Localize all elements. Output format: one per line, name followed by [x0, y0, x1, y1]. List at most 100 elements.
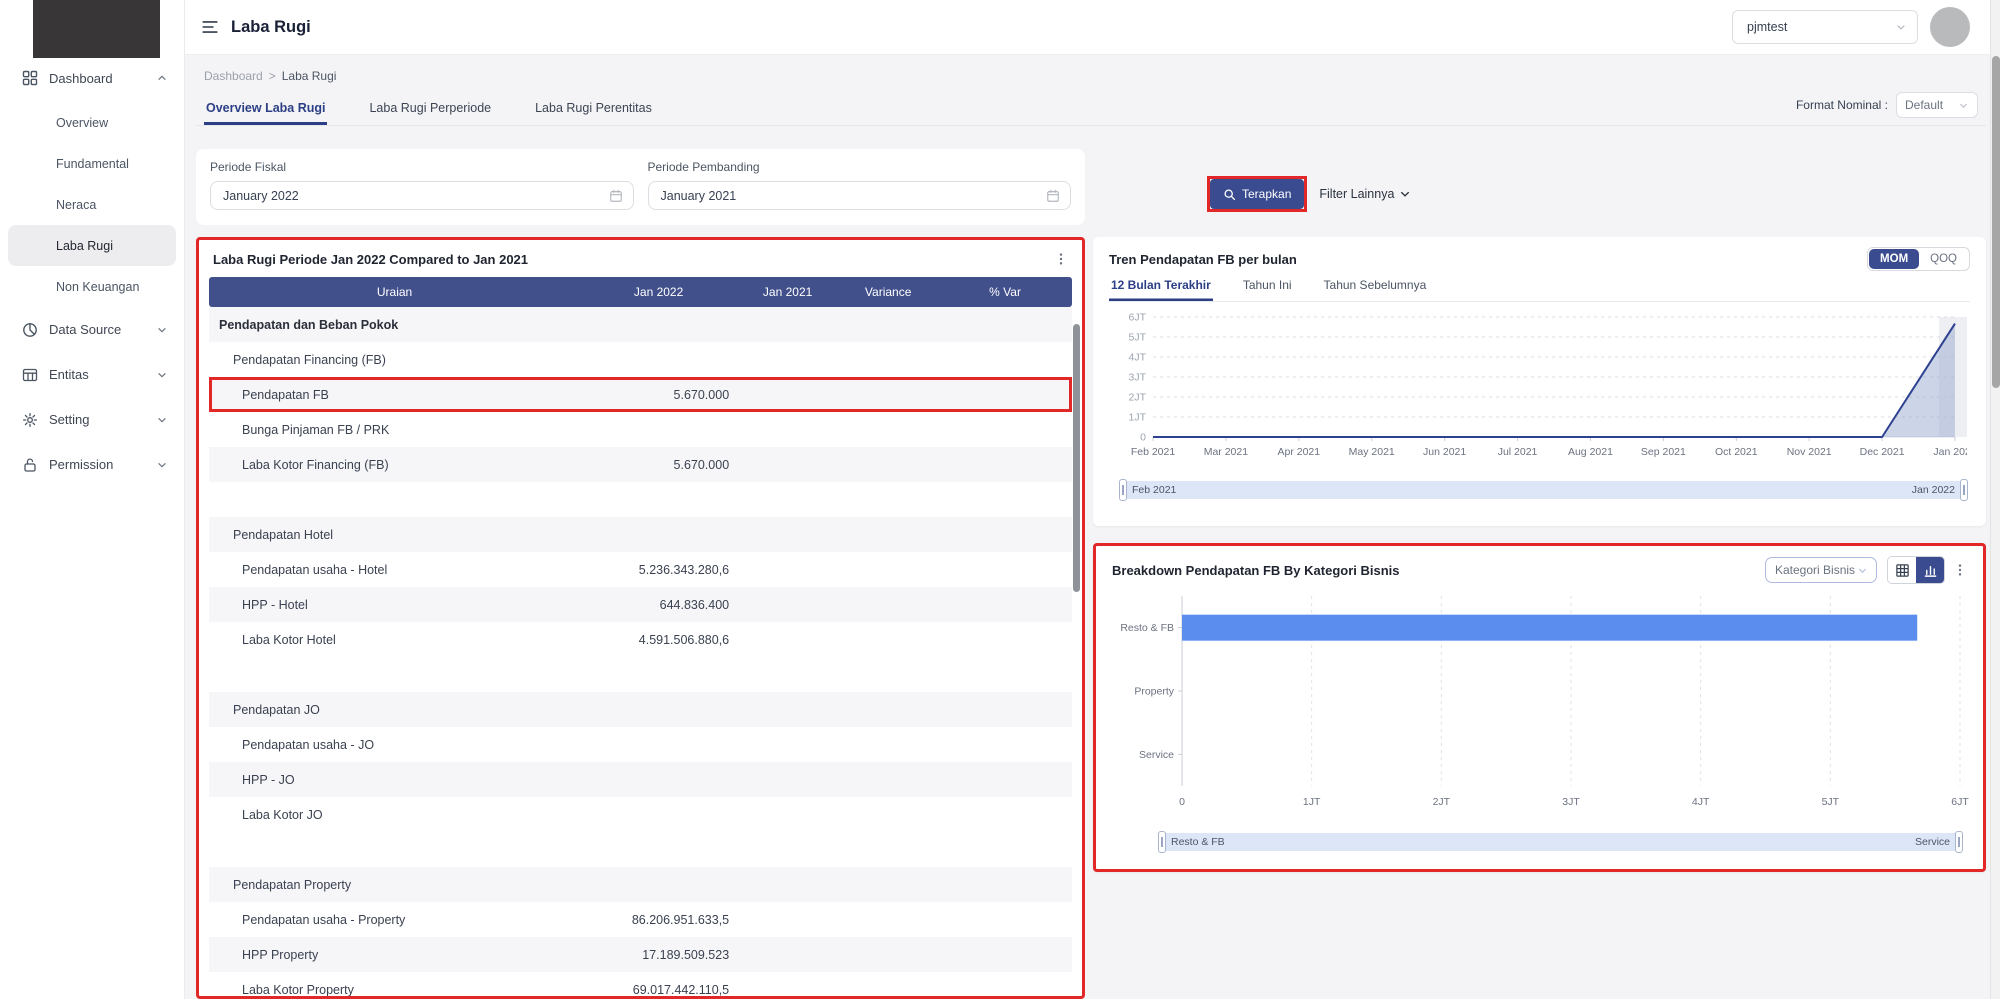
- format-nominal: Format Nominal : Default: [1796, 92, 1978, 125]
- table-row-laba-kotor-jo[interactable]: Laba Kotor JO: [209, 797, 1072, 832]
- table-view-icon[interactable]: [1888, 557, 1916, 583]
- avatar[interactable]: [1930, 7, 1970, 47]
- sidebar-item-dashboard[interactable]: Dashboard: [0, 60, 184, 96]
- tab-laba-rugi-perperiode[interactable]: Laba Rugi Perperiode: [367, 93, 493, 125]
- table-row-pendapatan-fb[interactable]: Pendapatan FB5.670.000: [209, 377, 1072, 412]
- more-filters-button[interactable]: Filter Lainnya: [1319, 187, 1411, 201]
- periode-pembanding-input[interactable]: January 2021: [648, 181, 1072, 210]
- breadcrumb-item-dashboard[interactable]: Dashboard: [204, 69, 263, 83]
- table-row-bunga-pinjaman-fb-prk[interactable]: Bunga Pinjaman FB / PRK: [209, 412, 1072, 447]
- trend-tab-12-bulan-terakhir[interactable]: 12 Bulan Terakhir: [1109, 278, 1213, 301]
- brush-handle-right[interactable]: [1955, 831, 1963, 853]
- table-row-pendapatan-property[interactable]: Pendapatan Property: [209, 867, 1072, 902]
- brush-handle-right[interactable]: [1960, 479, 1968, 501]
- row-label: Pendapatan usaha - JO: [209, 738, 580, 752]
- trend-brush-slider[interactable]: Feb 2021 Jan 2022: [1123, 481, 1964, 499]
- breadcrumb-item-laba-rugi: Laba Rugi: [282, 69, 337, 83]
- pl-table-body: Pendapatan dan Beban PokokPendapatan Fin…: [209, 307, 1072, 996]
- more-filters-label: Filter Lainnya: [1319, 187, 1394, 201]
- table-scrollbar[interactable]: [1073, 324, 1080, 592]
- table-row-pendapatan-hotel[interactable]: Pendapatan Hotel: [209, 517, 1072, 552]
- tab-laba-rugi-perentitas[interactable]: Laba Rugi Perentitas: [533, 93, 654, 125]
- brush-handle-left[interactable]: [1158, 831, 1166, 853]
- toggle-mom[interactable]: MOM: [1869, 249, 1919, 269]
- sidebar-item-non-keuangan[interactable]: Non Keuangan: [8, 266, 176, 307]
- svg-text:Aug 2021: Aug 2021: [1568, 446, 1613, 458]
- chevron-down-icon: [1895, 21, 1907, 33]
- trend-tab-tahun-sebelumnya[interactable]: Tahun Sebelumnya: [1322, 278, 1429, 301]
- table-row-pendapatan-usaha-property[interactable]: Pendapatan usaha - Property86.206.951.63…: [209, 902, 1072, 937]
- format-nominal-value: Default: [1905, 98, 1943, 112]
- sidebar-item-entitas[interactable]: Entitas: [0, 352, 184, 397]
- pl-table-title: Laba Rugi Periode Jan 2022 Compared to J…: [213, 252, 528, 267]
- table-row-laba-kotor-hotel[interactable]: Laba Kotor Hotel4.591.506.880,6: [209, 622, 1072, 657]
- periode-fiskal-input[interactable]: January 2022: [210, 181, 634, 210]
- user-dropdown[interactable]: pjmtest: [1732, 10, 1918, 44]
- chevron-down-icon: [156, 369, 168, 381]
- row-label: Pendapatan JO: [209, 703, 580, 717]
- bar-chart-view-icon[interactable]: [1916, 557, 1944, 583]
- kebab-menu-icon[interactable]: [1054, 251, 1068, 267]
- row-value-jan-2022: 4.591.506.880,6: [580, 633, 737, 647]
- chevron-down-icon: [1399, 188, 1411, 200]
- table-row-hpp-property[interactable]: HPP Property17.189.509.523: [209, 937, 1072, 972]
- svg-text:May 2021: May 2021: [1349, 446, 1395, 458]
- format-nominal-select[interactable]: Default: [1896, 92, 1978, 118]
- page-scrollbar[interactable]: [1990, 0, 2000, 999]
- filter-row: Periode Fiskal January 2022 Periode Pemb…: [196, 149, 1986, 225]
- trend-tab-tahun-ini[interactable]: Tahun Ini: [1241, 278, 1294, 301]
- right-column: Tren Pendapatan FB per bulan MOMQOQ 12 B…: [1093, 237, 1986, 999]
- column-header-uraian[interactable]: Uraian: [209, 285, 580, 299]
- row-label: HPP - JO: [209, 773, 580, 787]
- svg-text:Sep 2021: Sep 2021: [1641, 446, 1686, 458]
- svg-text:5JT: 5JT: [1822, 796, 1840, 808]
- row-label: Laba Kotor Property: [209, 983, 580, 997]
- table-row-pendapatan-usaha-jo[interactable]: Pendapatan usaha - JO: [209, 727, 1072, 762]
- search-icon: [1223, 188, 1236, 201]
- sidebar-item-setting[interactable]: Setting: [0, 397, 184, 442]
- menu-toggle-icon[interactable]: [201, 18, 219, 36]
- topbar-right: pjmtest: [1732, 7, 1984, 47]
- periode-pembanding-value: January 2021: [661, 189, 737, 203]
- chevron-down-icon: [1958, 100, 1969, 111]
- sidebar-item-fundamental[interactable]: Fundamental: [8, 143, 176, 184]
- filter-card: Periode Fiskal January 2022 Periode Pemb…: [196, 149, 1085, 225]
- table-row-laba-kotor-financing-fb-[interactable]: Laba Kotor Financing (FB)5.670.000: [209, 447, 1072, 482]
- tab-overview-laba-rugi[interactable]: Overview Laba Rugi: [204, 93, 327, 125]
- breakdown-brush-slider[interactable]: Resto & FB Service: [1162, 833, 1959, 851]
- row-label: Pendapatan Property: [209, 878, 580, 892]
- row-value-jan-2022: 69.017.442.110,5: [580, 983, 737, 997]
- sidebar-item-label: Setting: [49, 412, 156, 427]
- page-tabs: Overview Laba Rugi Laba Rugi Perperiode La…: [196, 92, 1986, 126]
- table-row-hpp-jo[interactable]: HPP - JO: [209, 762, 1072, 797]
- pl-table-panel: Laba Rugi Periode Jan 2022 Compared to J…: [196, 237, 1085, 999]
- page-scrollbar-thumb[interactable]: [1992, 56, 2000, 388]
- table-row-pendapatan-usaha-hotel[interactable]: Pendapatan usaha - Hotel5.236.343.280,6: [209, 552, 1072, 587]
- sidebar: Dashboard OverviewFundamentalNeracaLaba R…: [0, 0, 185, 999]
- sidebar-item-label: Entitas: [49, 367, 156, 382]
- kategori-bisnis-dropdown[interactable]: Kategori Bisnis: [1765, 557, 1877, 583]
- sidebar-item-overview[interactable]: Overview: [8, 102, 176, 143]
- toggle-qoq[interactable]: QOQ: [1919, 249, 1968, 269]
- trend-panel-header: Tren Pendapatan FB per bulan MOMQOQ: [1109, 247, 1970, 271]
- column-header-jan-2022[interactable]: Jan 2022: [580, 285, 737, 299]
- sidebar-item-neraca[interactable]: Neraca: [8, 184, 176, 225]
- kebab-menu-icon[interactable]: [1953, 562, 1967, 578]
- periode-pembanding-group: Periode Pembanding January 2021: [648, 160, 1072, 210]
- table-row-pendapatan-jo[interactable]: Pendapatan JO: [209, 692, 1072, 727]
- column-header-pct-var[interactable]: % Var: [938, 285, 1072, 299]
- apply-button[interactable]: Terapkan: [1210, 179, 1304, 209]
- table-row-hpp-hotel[interactable]: HPP - Hotel644.836.400: [209, 587, 1072, 622]
- sidebar-item-data-source[interactable]: Data Source: [0, 307, 184, 352]
- sidebar-item-permission[interactable]: Permission: [0, 442, 184, 487]
- row-label: HPP - Hotel: [209, 598, 580, 612]
- table-row-spacer: [209, 482, 1072, 517]
- column-header-variance[interactable]: Variance: [838, 285, 938, 299]
- kategori-bisnis-value: Kategori Bisnis: [1775, 563, 1855, 577]
- table-row-pendapatan-financing-fb-[interactable]: Pendapatan Financing (FB): [209, 342, 1072, 377]
- sidebar-item-laba-rugi[interactable]: Laba Rugi: [8, 225, 176, 266]
- column-header-jan-2021[interactable]: Jan 2021: [737, 285, 838, 299]
- brush-handle-left[interactable]: [1119, 479, 1127, 501]
- table-row-laba-kotor-property[interactable]: Laba Kotor Property69.017.442.110,5: [209, 972, 1072, 996]
- table-row-pendapatan-dan-beban-pokok[interactable]: Pendapatan dan Beban Pokok: [209, 307, 1072, 342]
